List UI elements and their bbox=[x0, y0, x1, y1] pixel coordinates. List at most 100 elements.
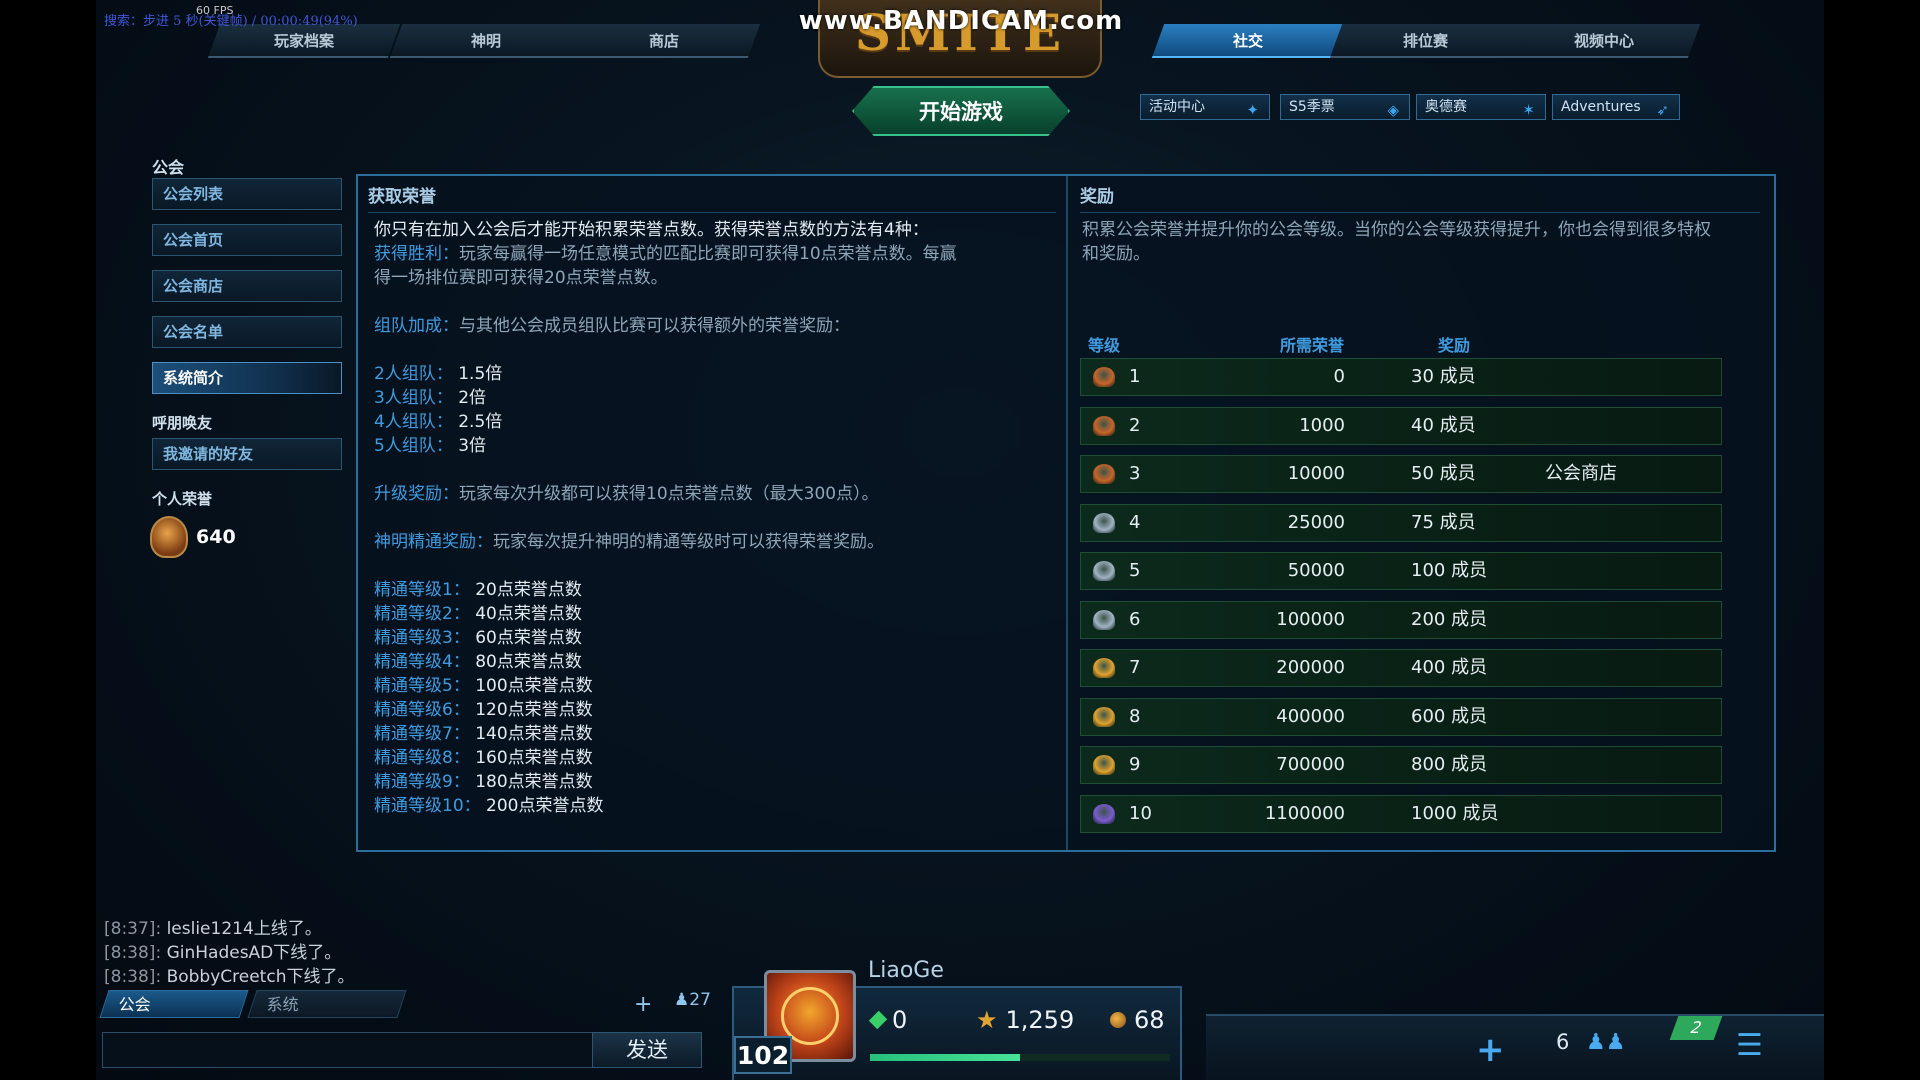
chat-tab-system[interactable]: 系统 bbox=[247, 990, 407, 1018]
subtab-adventures[interactable]: Adventures ➶ bbox=[1552, 94, 1680, 120]
mastery-level-row: 精通等级10： 200点荣誉点数 bbox=[374, 796, 604, 816]
guild-rank-icon bbox=[1093, 755, 1115, 775]
honor-icon bbox=[150, 516, 188, 558]
reward-row: 9 700000 800 成员 bbox=[1080, 746, 1722, 784]
rewards-title: 奖励 bbox=[1080, 187, 1114, 207]
header-required-honor: 所需荣誉 bbox=[1280, 336, 1345, 355]
reward-members: 100 成员 bbox=[1411, 560, 1488, 581]
bandicam-watermark: www.BANDICAM.com bbox=[798, 6, 1124, 36]
honor-value: 640 bbox=[196, 526, 236, 548]
bottom-right-bar bbox=[1206, 1014, 1824, 1080]
earn-intro: 你只有在加入公会后才能开始积累荣誉点数。获得荣誉点数的方法有4种： bbox=[374, 220, 929, 240]
guild-rank-icon bbox=[1093, 609, 1115, 630]
reward-level: 4 bbox=[1129, 511, 1141, 533]
reward-level: 3 bbox=[1129, 463, 1141, 484]
send-button[interactable]: 发送 bbox=[592, 1032, 702, 1068]
gem-icon bbox=[868, 1010, 888, 1030]
chat-input[interactable] bbox=[102, 1032, 602, 1068]
reward-members: 30 成员 bbox=[1411, 366, 1476, 387]
fps-counter: 60 FPS bbox=[196, 4, 234, 17]
notification-badge[interactable]: 2 bbox=[1669, 1016, 1723, 1040]
reward-level: 5 bbox=[1129, 560, 1141, 581]
sidebar-heading-guild: 公会 bbox=[152, 158, 185, 177]
subtab-odyssey[interactable]: 奥德赛 ✶ bbox=[1416, 94, 1546, 120]
reward-members: 400 成员 bbox=[1411, 657, 1488, 678]
sidebar-item-guild-home[interactable]: 公会首页 bbox=[152, 224, 342, 256]
reward-required-honor: 1000 bbox=[1299, 414, 1345, 436]
reward-level: 9 bbox=[1129, 754, 1141, 775]
party-bonus-row: 2人组队： 1.5倍 bbox=[374, 364, 503, 384]
rewards-intro: 积累公会荣誉并提升你的公会等级。当你的公会等级获得提升，你也会得到很多特权和奖励… bbox=[1082, 220, 1711, 264]
guild-rank-icon bbox=[1093, 415, 1115, 436]
play-button[interactable]: 开始游戏 bbox=[852, 86, 1070, 136]
chat-tab-guild[interactable]: 公会 bbox=[99, 990, 249, 1018]
guild-rank-icon bbox=[1093, 658, 1115, 678]
reward-level: 2 bbox=[1129, 414, 1141, 436]
gems-stat: 0 bbox=[868, 1006, 907, 1034]
guild-rank-icon bbox=[1093, 561, 1115, 581]
tab-social[interactable]: 社交 bbox=[1151, 24, 1345, 58]
reward-row: 4 25000 75 成员 bbox=[1080, 503, 1722, 542]
add-icon[interactable]: + bbox=[1476, 1030, 1505, 1070]
earn-honor-title: 获取荣誉 bbox=[368, 187, 436, 207]
adventure-icon: ➶ bbox=[1656, 101, 1669, 119]
sidebar-item-guild-store[interactable]: 公会商店 bbox=[152, 270, 342, 302]
subtab-season-pass[interactable]: S5季票 ◈ bbox=[1280, 94, 1410, 120]
mastery-level-row: 精通等级2： 40点荣誉点数 bbox=[374, 604, 582, 624]
tab-ranked[interactable]: 排位赛 bbox=[1329, 24, 1523, 58]
friends-icon[interactable]: ♟♟ bbox=[1586, 1030, 1625, 1055]
levelup-rule: 升级奖励：玩家每次升级都可以获得10点荣誉点数（最大300点）。 bbox=[374, 484, 879, 504]
tab-video-center[interactable]: 视频中心 bbox=[1507, 24, 1701, 58]
sidebar-item-invited-friends[interactable]: 我邀请的好友 bbox=[152, 438, 342, 470]
guild-rank-icon bbox=[1093, 464, 1115, 484]
friends-count: 6 bbox=[1556, 1030, 1570, 1054]
reward-required-honor: 1100000 bbox=[1264, 802, 1345, 824]
mastery-level-row: 精通等级6： 120点荣誉点数 bbox=[374, 700, 593, 720]
mastery-level-row: 精通等级1： 20点荣誉点数 bbox=[374, 580, 582, 600]
guild-rank-icon bbox=[1093, 706, 1115, 727]
reward-required-honor: 400000 bbox=[1276, 705, 1345, 727]
chat-message: [8:38]: BobbyCreetch下线了。 bbox=[104, 967, 355, 987]
reward-members: 200 成员 bbox=[1411, 608, 1488, 630]
guild-rank-icon bbox=[1093, 367, 1115, 387]
earn-title-divider bbox=[368, 212, 1056, 213]
win-rule-cont: 得一场排位赛即可获得20点荣誉点数。 bbox=[374, 268, 668, 288]
worshippers-stat: 68 bbox=[1110, 1006, 1165, 1034]
menu-icon[interactable]: ☰ bbox=[1736, 1028, 1763, 1063]
chat-message: [8:37]: leslie1214上线了。 bbox=[104, 919, 322, 939]
tab-profile[interactable]: 玩家档案 bbox=[207, 24, 401, 58]
event-icon: ✦ bbox=[1246, 101, 1259, 119]
header-level: 等级 bbox=[1088, 336, 1121, 355]
player-name[interactable]: LiaoGe bbox=[868, 958, 944, 983]
mastery-level-row: 精通等级9： 180点荣誉点数 bbox=[374, 772, 593, 792]
player-level: 102 bbox=[734, 1036, 792, 1074]
reward-row: 5 50000 100 成员 bbox=[1080, 552, 1722, 590]
guild-rank-icon bbox=[1093, 803, 1115, 824]
sidebar-item-system-intro[interactable]: 系统简介 bbox=[152, 362, 342, 394]
tab-store[interactable]: 商店 bbox=[567, 24, 761, 58]
sidebar-item-guild-list[interactable]: 公会列表 bbox=[152, 178, 342, 210]
party-rule: 组队加成：与其他公会成员组队比赛可以获得额外的荣誉奖励： bbox=[374, 316, 850, 336]
mastery-level-row: 精通等级5： 100点荣誉点数 bbox=[374, 676, 593, 696]
friends-icon: ♟ bbox=[674, 990, 690, 1010]
reward-level: 7 bbox=[1129, 657, 1141, 678]
xp-bar bbox=[870, 1054, 1170, 1061]
reward-required-honor: 50000 bbox=[1287, 560, 1345, 581]
friends-online-count: ♟27 bbox=[674, 990, 711, 1010]
tab-gods[interactable]: 神明 bbox=[389, 24, 583, 58]
reward-members: 75 成员 bbox=[1411, 511, 1476, 533]
reward-members: 1000 成员 bbox=[1411, 802, 1499, 824]
guild-rank-icon bbox=[1093, 512, 1115, 533]
reward-row: 6 100000 200 成员 bbox=[1080, 600, 1722, 639]
reward-required-honor: 10000 bbox=[1287, 463, 1345, 484]
mastery-level-row: 精通等级4： 80点荣誉点数 bbox=[374, 652, 582, 672]
add-friend-icon[interactable]: + bbox=[634, 992, 652, 1017]
sidebar-item-guild-roster[interactable]: 公会名单 bbox=[152, 316, 342, 348]
reward-level: 6 bbox=[1129, 608, 1141, 630]
rewards-title-divider bbox=[1080, 212, 1760, 213]
reward-row: 2 1000 40 成员 bbox=[1080, 406, 1722, 445]
reward-row: 10 1100000 1000 成员 bbox=[1080, 794, 1722, 833]
reward-members: 600 成员 bbox=[1411, 705, 1488, 727]
subtab-events[interactable]: 活动中心 ✦ bbox=[1140, 94, 1270, 120]
win-rule: 获得胜利：玩家每赢得一场任意模式的匹配比赛即可获得10点荣誉点数。每赢 bbox=[374, 244, 957, 264]
